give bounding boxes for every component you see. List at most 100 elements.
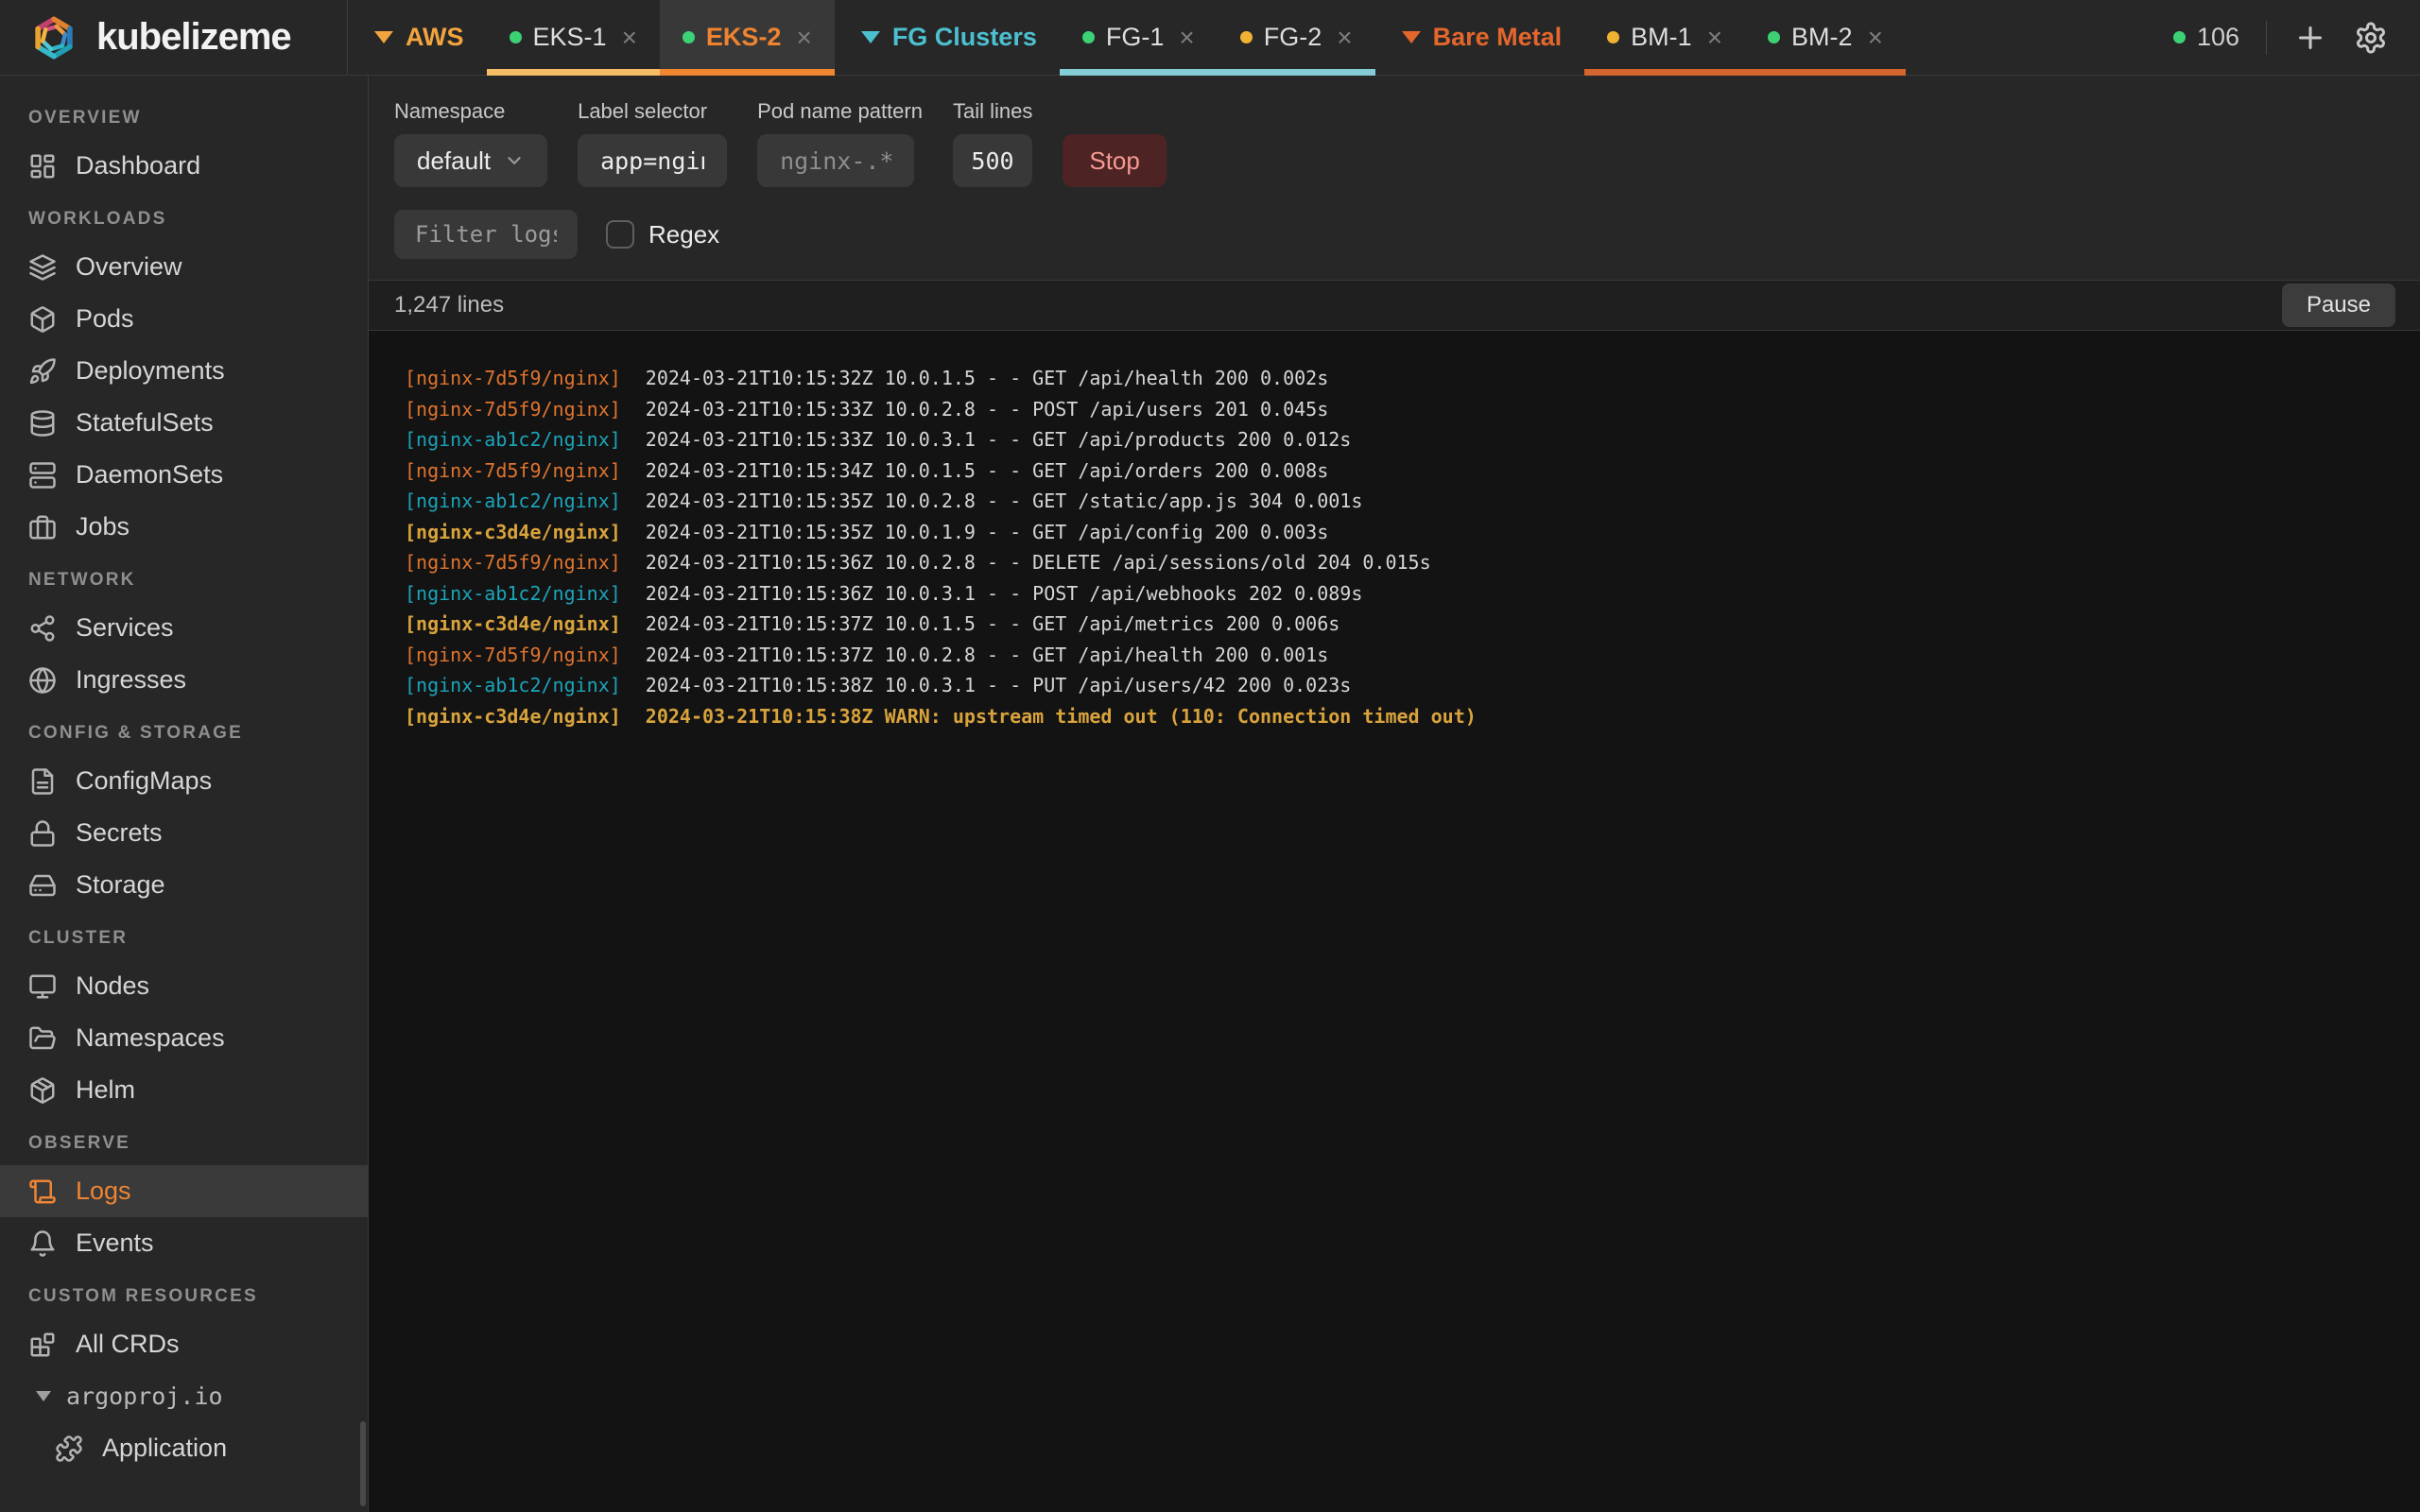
log-line: [nginx-c3d4e/nginx]2024-03-21T10:15:38Z … — [405, 701, 2401, 732]
sidebar-item-dashboard[interactable]: Dashboard — [0, 140, 368, 192]
sidebar-item-logs[interactable]: Logs — [0, 1165, 368, 1217]
sidebar-item-statefulsets[interactable]: StatefulSets — [0, 397, 368, 449]
sidebar-item-helm[interactable]: Helm — [0, 1064, 368, 1116]
sidebar-item-jobs[interactable]: Jobs — [0, 501, 368, 553]
label-selector-input[interactable] — [578, 134, 727, 187]
log-pod-tag: [nginx-7d5f9/nginx] — [405, 459, 621, 482]
tail-lines-control: Tail lines — [953, 99, 1032, 187]
cluster-tabs: AWSEKS-1×EKS-2×FG ClustersFG-1×FG-2×Bare… — [348, 0, 1906, 75]
sidebar-scrollbar-thumb[interactable] — [360, 1421, 366, 1506]
dashboard-icon — [28, 152, 57, 180]
share-icon — [28, 614, 57, 643]
divider — [2266, 21, 2267, 55]
log-pod-tag: [nginx-ab1c2/nginx] — [405, 582, 621, 605]
monitor-icon — [28, 972, 57, 1001]
sidebar-item-label: Deployments — [76, 356, 225, 386]
log-message: 2024-03-21T10:15:38Z WARN: upstream time… — [646, 705, 1477, 728]
close-icon[interactable]: × — [1337, 25, 1352, 51]
regex-checkbox[interactable] — [606, 220, 634, 249]
sidebar-item-label: ConfigMaps — [76, 766, 212, 796]
label-selector-label: Label selector — [578, 99, 727, 124]
sidebar-item-deployments[interactable]: Deployments — [0, 345, 368, 397]
close-icon[interactable]: × — [1707, 25, 1722, 51]
pod-pattern-input[interactable] — [757, 134, 914, 187]
log-viewer[interactable]: [nginx-7d5f9/nginx] 2024-03-21T10:15:32Z … — [369, 331, 2420, 1512]
sidebar: OVERVIEWDashboardWORKLOADSOverviewPodsDe… — [0, 76, 369, 1512]
log-line: [nginx-ab1c2/nginx]2024-03-21T10:15:35Z … — [405, 486, 2401, 517]
log-message: 2024-03-21T10:15:32Z 10.0.1.5 - - GET /a… — [646, 367, 1328, 389]
cluster-tab-bm-1[interactable]: BM-1× — [1584, 0, 1745, 75]
cluster-tab-fg-2[interactable]: FG-2 × — [1218, 0, 1375, 75]
cluster-tab-eks-1[interactable]: EKS-1 × — [487, 0, 660, 75]
tail-lines-input[interactable] — [953, 134, 1032, 187]
pause-button[interactable]: Pause — [2282, 284, 2395, 327]
sidebar-item-ingresses[interactable]: Ingresses — [0, 654, 368, 706]
top-bar: kubelizeme AWSEKS-1×EKS-2×FG ClustersFG-… — [0, 0, 2420, 76]
filter-logs-input[interactable] — [394, 210, 578, 259]
settings-button[interactable] — [2354, 21, 2388, 55]
sidebar-item-label: DaemonSets — [76, 460, 223, 490]
sidebar-item-label: All CRDs — [76, 1330, 180, 1359]
cluster-tab-label: FG-2 — [1264, 23, 1322, 52]
sidebar-item-storage[interactable]: Storage — [0, 859, 368, 911]
sidebar-item-services[interactable]: Services — [0, 602, 368, 654]
sidebar-item-label: Overview — [76, 252, 182, 282]
log-line: [nginx-c3d4e/nginx]2024-03-21T10:15:37Z … — [405, 609, 2401, 640]
sidebar-item-pods[interactable]: Pods — [0, 293, 368, 345]
globe-icon — [28, 666, 57, 695]
sidebar-item-label: Ingresses — [76, 665, 186, 695]
triangle-down-icon — [36, 1391, 51, 1401]
sidebar-item-events[interactable]: Events — [0, 1217, 368, 1269]
sidebar-item-label: Logs — [76, 1177, 131, 1206]
sidebar-section-cluster: CLUSTER — [0, 911, 368, 960]
cluster-group-label: Bare Metal — [1433, 23, 1563, 52]
rocket-icon — [28, 357, 57, 386]
namespace-select[interactable]: default — [394, 134, 547, 187]
regex-toggle[interactable]: Regex — [606, 220, 719, 249]
cluster-group-tab-aws[interactable]: AWS — [352, 0, 487, 75]
sidebar-section-workloads: WORKLOADS — [0, 192, 368, 241]
log-message: 2024-03-21T10:15:33Z 10.0.2.8 - - POST /… — [646, 398, 1328, 421]
top-bar-actions: 106 — [2173, 0, 2420, 75]
log-pod-tag: [nginx-c3d4e/nginx] — [405, 521, 621, 543]
sidebar-item-secrets[interactable]: Secrets — [0, 807, 368, 859]
sidebar-item-label: Helm — [76, 1075, 135, 1105]
cluster-tab-bm-2[interactable]: BM-2× — [1745, 0, 1906, 75]
cluster-tab-eks-2[interactable]: EKS-2× — [660, 0, 835, 75]
close-icon[interactable]: × — [1868, 25, 1883, 51]
sidebar-item-application[interactable]: Application — [0, 1422, 368, 1474]
log-pod-tag: [nginx-7d5f9/nginx] — [405, 367, 621, 389]
sidebar-item-namespaces[interactable]: Namespaces — [0, 1012, 368, 1064]
bell-icon — [28, 1229, 57, 1258]
sidebar-item-label: Application — [102, 1434, 227, 1463]
tail-lines-label: Tail lines — [953, 99, 1032, 124]
log-line: [nginx-ab1c2/nginx]2024-03-21T10:15:38Z … — [405, 670, 2401, 701]
log-controls: Namespace default Label selector Pod nam… — [369, 76, 2420, 187]
sidebar-item-daemonsets[interactable]: DaemonSets — [0, 449, 368, 501]
sidebar-item-overview[interactable]: Overview — [0, 241, 368, 293]
cluster-tab-label: EKS-1 — [533, 23, 607, 52]
scroll-icon — [28, 1177, 57, 1206]
sidebar-item-argoproj-io[interactable]: argoproj.io — [0, 1370, 368, 1422]
sidebar-item-label: Events — [76, 1228, 154, 1258]
line-count: 1,247 lines — [394, 292, 504, 318]
cluster-count-badge: 106 — [2173, 23, 2239, 52]
cluster-tab-fg-1[interactable]: FG-1× — [1060, 0, 1218, 75]
sidebar-item-all-crds[interactable]: All CRDs — [0, 1318, 368, 1370]
log-pod-tag: [nginx-ab1c2/nginx] — [405, 674, 621, 696]
sidebar-item-label: Namespaces — [76, 1023, 225, 1053]
log-message: 2024-03-21T10:15:35Z 10.0.2.8 - - GET /s… — [646, 490, 1363, 512]
cluster-group-tab-fg-clusters[interactable]: FG Clusters — [838, 0, 1060, 75]
log-line: [nginx-7d5f9/nginx] 2024-03-21T10:15:32Z … — [405, 363, 2401, 394]
log-message: 2024-03-21T10:15:36Z 10.0.3.1 - - POST /… — [646, 582, 1363, 605]
log-pod-tag: [nginx-7d5f9/nginx] — [405, 644, 621, 666]
close-icon[interactable]: × — [622, 25, 637, 51]
sidebar-item-configmaps[interactable]: ConfigMaps — [0, 755, 368, 807]
close-icon[interactable]: × — [796, 25, 811, 51]
sidebar-item-nodes[interactable]: Nodes — [0, 960, 368, 1012]
cluster-group-tab-bare-metal[interactable]: Bare Metal — [1379, 0, 1585, 75]
close-icon[interactable]: × — [1179, 25, 1194, 51]
stop-button[interactable]: Stop — [1063, 134, 1167, 187]
add-cluster-button[interactable] — [2293, 21, 2327, 55]
log-message: 2024-03-21T10:15:36Z 10.0.2.8 - - DELETE… — [646, 551, 1431, 574]
